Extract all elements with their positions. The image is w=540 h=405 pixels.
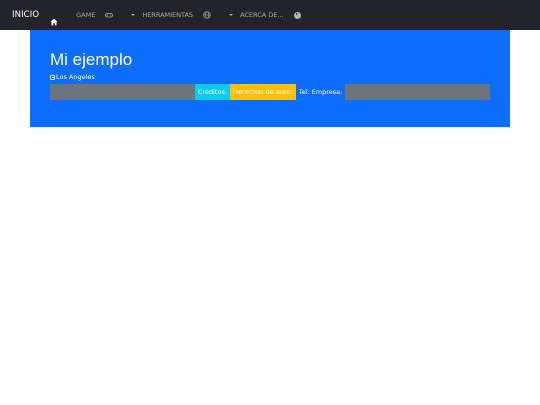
credits-badge: Creditos:	[195, 84, 230, 100]
play-circle-icon	[293, 11, 301, 19]
rights-badge: Derechos de autor	[230, 84, 296, 100]
brand-link[interactable]: INICIO	[12, 10, 39, 20]
home-icon[interactable]	[50, 11, 58, 26]
broken-image-icon	[50, 74, 55, 80]
tel-label: Tel: Empresa:	[296, 84, 345, 100]
nav-item-game[interactable]: GAME	[76, 11, 114, 19]
nav-item-herramientas-label: HERRAMIENTAS	[142, 11, 194, 19]
globe-icon	[203, 11, 211, 19]
gray-block-right	[345, 84, 490, 100]
nav-item-game-label: GAME	[76, 11, 96, 19]
info-bar: Creditos: Derechos de autor Tel: Empresa…	[50, 84, 490, 100]
hero-image-alt-text: Los Angeles	[56, 73, 95, 81]
nav-item-acerca-de-label: ACERCA DE...	[240, 11, 284, 19]
gamepad-icon	[105, 11, 114, 19]
chevron-down-icon	[229, 14, 234, 16]
nav-item-acerca-de[interactable]: ACERCA DE...	[217, 11, 301, 19]
nav-item-herramientas[interactable]: HERRAMIENTAS	[119, 11, 211, 19]
hero-banner: Mi ejemplo Los Angeles Creditos: Derecho…	[30, 30, 510, 127]
hero-image: Los Angeles	[50, 73, 95, 81]
top-navbar: INICIO GAME HERRAMIENTAS ACERCA DE...	[0, 0, 540, 30]
chevron-down-icon	[131, 14, 136, 16]
gray-block-left	[50, 84, 195, 100]
page-title: Mi ejemplo	[50, 50, 133, 69]
